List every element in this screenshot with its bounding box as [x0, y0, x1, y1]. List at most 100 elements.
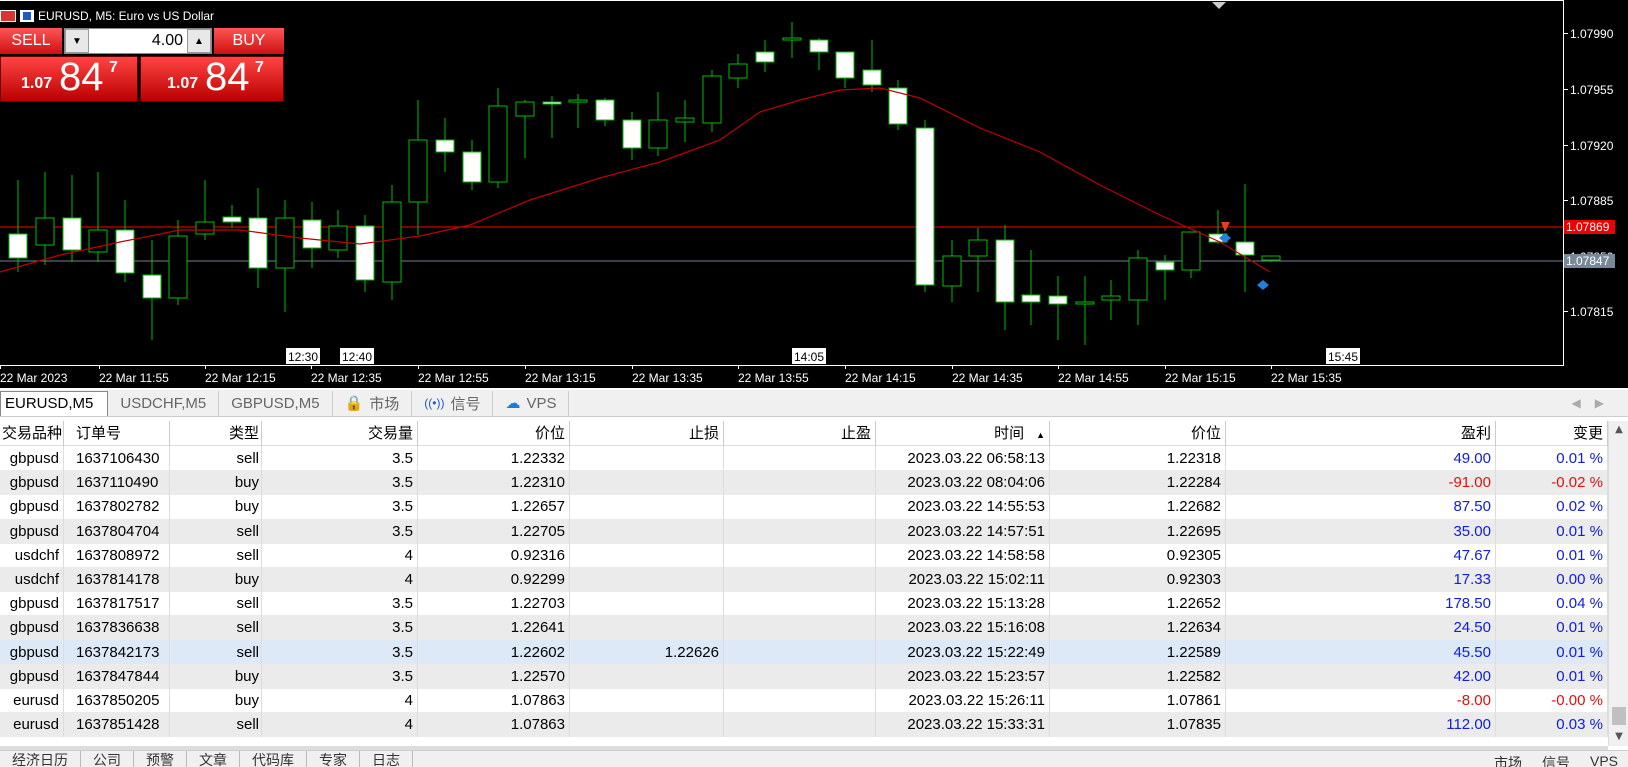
candle-body — [35, 217, 55, 246]
table-row[interactable]: gbpusd 1637836638 sell 3.5 1.22641 2023.03.22… — [0, 615, 1608, 641]
lot-size-input[interactable]: ▼ 4.00 ▲ — [64, 28, 212, 54]
lot-increase-icon[interactable]: ▲ — [187, 29, 211, 53]
tab-signals[interactable]: ((•)) 信号 — [412, 390, 494, 416]
candle-body — [888, 87, 908, 125]
sell-price-button[interactable]: 1.07 84 7 — [0, 55, 138, 102]
col-header-change[interactable]: 变更 — [1496, 421, 1608, 446]
tab-eurusd-m5[interactable]: EURUSD,M5 — [0, 390, 109, 416]
tab-vps[interactable]: ☁ VPS — [493, 390, 570, 416]
sort-up-icon: ▲ — [1036, 430, 1045, 440]
col-header-ticket[interactable]: 订单号 — [64, 421, 170, 446]
table-row[interactable]: gbpusd 1637817517 sell 3.5 1.22703 2023.03.22… — [0, 591, 1608, 617]
table-scrollbar[interactable]: ▲ ▼ — [1608, 421, 1628, 746]
sell-price-prefix: 1.07 — [21, 75, 53, 92]
lot-value[interactable]: 4.00 — [91, 29, 185, 53]
cell-volume: 3.5 — [262, 470, 418, 496]
candle-body — [835, 51, 855, 79]
candle-body — [142, 274, 162, 299]
toolbox-tab[interactable]: 公司 — [81, 751, 134, 767]
col-header-symbol[interactable]: 交易品种 — [0, 421, 64, 446]
cell-ticket: 1637847844 — [64, 663, 170, 689]
cell-type: buy — [170, 470, 262, 496]
cell-volume: 3.5 — [262, 591, 418, 617]
table-row[interactable]: usdchf 1637808972 sell 4 0.92316 2023.03.22 1… — [0, 542, 1608, 568]
col-header-tp[interactable]: 止盈 — [724, 421, 876, 446]
table-row[interactable]: gbpusd 1637804704 sell 3.5 1.22705 2023.03.22… — [0, 518, 1608, 544]
col-header-volume[interactable]: 交易量 — [262, 421, 418, 446]
cell-type: buy — [170, 567, 262, 592]
table-row[interactable]: gbpusd 1637847844 buy 3.5 1.22570 2023.03.22 … — [0, 663, 1608, 689]
price-chart[interactable]: EURUSD, M5: Euro vs US Dollar 1.07990 1.0… — [0, 0, 1628, 388]
table-row[interactable]: eurusd 1637850205 buy 4 1.07863 2023.03.22 15… — [0, 688, 1608, 713]
col-header-open-price[interactable]: 价位 — [418, 421, 570, 446]
price-tick — [1563, 33, 1568, 34]
cell-volume: 4 — [262, 712, 418, 738]
toolbox-tab[interactable]: 经济日历 — [0, 751, 81, 767]
tab-gbpusd-m5[interactable]: GBPUSD,M5 — [219, 390, 333, 416]
cell-time: 2023.03.22 15:33:31 — [876, 712, 1050, 738]
time-tick-label: 22 Mar 12:15 — [205, 371, 276, 385]
cell-open-price: 1.07863 — [418, 712, 570, 738]
status-vps[interactable]: VPS — [1580, 751, 1628, 767]
time-tick-label: 22 Mar 15:15 — [1165, 371, 1236, 385]
sell-button[interactable]: SELL — [0, 28, 62, 54]
time-marker-label: 12:30 — [288, 350, 318, 364]
toolbox-tab[interactable]: 文章 — [187, 751, 240, 767]
tab-label: 信号 — [450, 395, 481, 413]
scrollbar-thumb[interactable] — [1612, 707, 1626, 725]
buy-price-button[interactable]: 1.07 84 7 — [140, 55, 284, 102]
col-header-type[interactable]: 类型 — [170, 421, 262, 446]
cell-open-price: 1.22641 — [418, 615, 570, 641]
cell-change: 0.01 % — [1496, 663, 1608, 689]
scroll-down-icon[interactable]: ▼ — [1609, 728, 1628, 746]
col-header-price[interactable]: 价位 — [1050, 421, 1226, 446]
tab-label: EURUSD,M5 — [5, 395, 94, 412]
cell-time: 2023.03.22 15:22:49 — [876, 639, 1050, 665]
table-row[interactable]: eurusd 1637851428 sell 4 1.07863 2023.03.22 1… — [0, 712, 1608, 738]
col-header-sl[interactable]: 止损 — [570, 421, 724, 446]
price-tick-label: 1.07815 — [1570, 305, 1614, 319]
table-row[interactable]: gbpusd 1637110490 buy 3.5 1.22310 2023.03.22 … — [0, 470, 1608, 496]
candle-body — [275, 217, 295, 269]
candle-body — [968, 239, 988, 257]
time-tick-label: 22 Mar 14:35 — [952, 371, 1023, 385]
candle-body — [382, 201, 402, 283]
cell-time: 2023.03.22 14:55:53 — [876, 494, 1050, 520]
table-row[interactable]: gbpusd 1637802782 buy 3.5 1.22657 2023.03.22 … — [0, 494, 1608, 520]
cell-profit: 35.00 — [1226, 518, 1496, 544]
cell-change: 0.01 % — [1496, 446, 1608, 471]
scroll-left-icon[interactable]: ◀ — [1572, 396, 1595, 410]
cell-change: 0.00 % — [1496, 567, 1608, 592]
cell-profit: -8.00 — [1226, 688, 1496, 713]
buy-button[interactable]: BUY — [214, 28, 284, 54]
toolbox-tab[interactable]: 预警 — [134, 751, 187, 767]
toolbox-tab[interactable]: 代码库 — [240, 751, 307, 767]
lot-decrease-icon[interactable]: ▼ — [65, 29, 89, 53]
table-header: 交易品种 订单号 类型 交易量 价位 止损 止盈 时间 ▲ 价位 盈利 变更 — [0, 421, 1608, 446]
cell-time: 2023.03.22 15:16:08 — [876, 615, 1050, 641]
table-row[interactable]: gbpusd 1637106430 sell 3.5 1.22332 2023.03.22… — [0, 446, 1608, 471]
status-signals[interactable]: 信号 — [1532, 751, 1580, 767]
cell-sl: 1.22626 — [570, 639, 724, 665]
col-header-time[interactable]: 时间 ▲ — [876, 421, 1050, 446]
scroll-up-icon[interactable]: ▲ — [1609, 421, 1628, 439]
cell-type: sell — [170, 615, 262, 641]
tab-scroll-arrows[interactable]: ◀▶ — [1572, 396, 1628, 410]
sell-price-big: 84 — [59, 55, 104, 99]
candle-body — [302, 219, 322, 249]
toolbox-tab[interactable]: 日志 — [360, 751, 413, 767]
table-row[interactable]: usdchf 1637814178 buy 4 0.92299 2023.03.22 15… — [0, 567, 1608, 592]
status-market[interactable]: 市场 — [1484, 751, 1532, 767]
scroll-right-icon[interactable]: ▶ — [1595, 396, 1618, 410]
candle-body — [622, 119, 642, 149]
cell-ticket: 1637808972 — [64, 542, 170, 568]
cell-profit: 178.50 — [1226, 591, 1496, 617]
toolbox-tab[interactable]: 专家 — [307, 751, 360, 767]
table-row[interactable]: gbpusd 1637842173 sell 3.5 1.22602 1.22626 202… — [0, 639, 1608, 665]
tab-usdchf-m5[interactable]: USDCHF,M5 — [108, 390, 220, 416]
cell-ticket: 1637850205 — [64, 688, 170, 713]
cell-ticket: 1637836638 — [64, 615, 170, 641]
candle-body — [488, 105, 508, 183]
col-header-profit[interactable]: 盈利 — [1226, 421, 1496, 446]
tab-market[interactable]: 🔒 市场 — [333, 390, 413, 416]
